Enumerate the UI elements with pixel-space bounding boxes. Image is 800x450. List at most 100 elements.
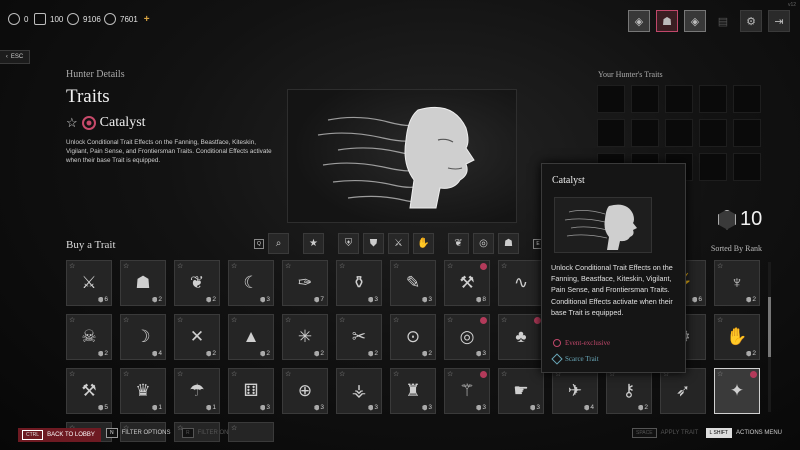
favorite-star-icon[interactable]: ☆ <box>339 370 345 378</box>
trait-card[interactable]: ☆ ✎ 3 <box>390 260 436 306</box>
trait-slot[interactable] <box>597 119 625 147</box>
trait-card[interactable]: ☆ ⚚ 3 <box>444 368 490 414</box>
favorite-star-icon[interactable]: ☆ <box>285 316 291 324</box>
trait-card[interactable]: ☆ ♆ 2 <box>714 260 760 306</box>
trait-slot[interactable] <box>631 119 659 147</box>
bust-filter-icon[interactable]: ☗ <box>498 233 519 254</box>
favorite-star-icon[interactable]: ☆ <box>447 262 453 270</box>
favorite-star-icon[interactable]: ☆ <box>717 316 723 324</box>
apply-trait-button[interactable]: SPACE APPLY TRAIT <box>632 428 698 438</box>
trait-slot[interactable] <box>733 153 761 181</box>
favorite-star-icon[interactable]: ☆ <box>393 262 399 270</box>
trait-card[interactable]: ☆ ∿ <box>498 260 544 306</box>
trait-slot[interactable] <box>597 85 625 113</box>
trait-card[interactable]: ☆ ⚅ 3 <box>228 368 274 414</box>
favorite-star-icon[interactable]: ☆ <box>717 370 723 378</box>
trait-card[interactable]: ☆ ⚷ 2 <box>606 368 652 414</box>
trait-card[interactable]: ☆ ♛ 1 <box>120 368 166 414</box>
trait-card[interactable]: ☆ ☠ 2 <box>66 314 112 360</box>
fox-filter-icon[interactable]: ❦ <box>448 233 469 254</box>
trait-card[interactable]: ☆ ☾ 3 <box>228 260 274 306</box>
favorite-star-icon[interactable]: ☆ <box>66 115 78 131</box>
favorite-star-icon[interactable]: ☆ <box>393 370 399 378</box>
trait-card[interactable]: ☆ ❦ 2 <box>174 260 220 306</box>
favorite-star-icon[interactable]: ☆ <box>123 316 129 324</box>
favorite-star-icon[interactable]: ☆ <box>231 370 237 378</box>
star-filter-icon[interactable]: ★ <box>303 233 324 254</box>
favorite-star-icon[interactable]: ☆ <box>501 262 507 270</box>
trait-card[interactable]: ☆ ♣ <box>498 314 544 360</box>
trait-card[interactable]: ☆ ◎ 3 <box>444 314 490 360</box>
favorite-star-icon[interactable]: ☆ <box>501 316 507 324</box>
favorite-star-icon[interactable]: ☆ <box>447 370 453 378</box>
favorite-star-icon[interactable]: ☆ <box>339 262 345 270</box>
chat-icon[interactable]: ▤ <box>712 10 734 32</box>
favorite-star-icon[interactable]: ☆ <box>177 316 183 324</box>
hunter-portrait-icon[interactable]: ☗ <box>656 10 678 32</box>
trait-card[interactable]: ☆ ➶ <box>660 368 706 414</box>
favorite-star-icon[interactable]: ☆ <box>177 262 183 270</box>
party-slot-1-icon[interactable]: ◈ <box>628 10 650 32</box>
trait-scrollbar-thumb[interactable] <box>768 297 771 357</box>
trait-card[interactable]: ☆ ✋ 2 <box>714 314 760 360</box>
trait-card[interactable]: ☆ ☛ 3 <box>498 368 544 414</box>
actions-menu-button[interactable]: L SHIFT ACTIONS MENU <box>705 428 782 438</box>
favorite-star-icon[interactable]: ☆ <box>123 262 129 270</box>
trait-card[interactable]: ☆ ☽ 4 <box>120 314 166 360</box>
trait-card[interactable]: ☆ ⚱ 3 <box>336 260 382 306</box>
favorite-star-icon[interactable]: ☆ <box>339 316 345 324</box>
trait-slot[interactable] <box>665 85 693 113</box>
esc-back-button[interactable]: ‹ ESC <box>0 50 30 64</box>
trait-slot[interactable] <box>699 85 727 113</box>
favorite-star-icon[interactable]: ☆ <box>231 316 237 324</box>
favorite-star-icon[interactable]: ☆ <box>69 262 75 270</box>
target-filter-icon[interactable]: ◎ <box>473 233 494 254</box>
trait-card[interactable]: ☆ ☗ 2 <box>120 260 166 306</box>
party-slot-2-icon[interactable]: ◈ <box>684 10 706 32</box>
trait-card[interactable]: ☆ ☂ 1 <box>174 368 220 414</box>
trait-card[interactable]: ☆ ⚒ 5 <box>66 368 112 414</box>
trait-card[interactable]: ☆ ⊙ 2 <box>390 314 436 360</box>
favorite-star-icon[interactable]: ☆ <box>717 262 723 270</box>
favorite-star-icon[interactable]: ☆ <box>69 316 75 324</box>
hand-filter-icon[interactable]: ✋ <box>413 233 434 254</box>
add-currency-button[interactable]: + <box>144 14 150 25</box>
trait-card[interactable]: ☆ ⚶ 3 <box>336 368 382 414</box>
favorite-star-icon[interactable]: ☆ <box>501 370 507 378</box>
trait-card[interactable]: ☆ ⚒ 8 <box>444 260 490 306</box>
trait-card[interactable]: ☆ ✳ 2 <box>282 314 328 360</box>
trait-slot[interactable] <box>733 85 761 113</box>
exit-icon[interactable]: ⇥ <box>768 10 790 32</box>
filter-options-button[interactable]: N FILTER OPTIONS <box>106 428 171 438</box>
trait-card[interactable]: ☆ ✦ <box>714 368 760 414</box>
gear-icon[interactable]: ⚙ <box>740 10 762 32</box>
armor-filter-icon[interactable]: ⛊ <box>363 233 384 254</box>
trait-slot[interactable] <box>665 119 693 147</box>
crossed-swords-filter-icon[interactable]: ⚔ <box>388 233 409 254</box>
trait-slot[interactable] <box>699 119 727 147</box>
trait-card[interactable]: ☆ ✕ 2 <box>174 314 220 360</box>
trait-slot[interactable] <box>699 153 727 181</box>
search-icon[interactable]: ⌕ <box>268 233 289 254</box>
favorite-star-icon[interactable]: ☆ <box>285 370 291 378</box>
filter-on-button[interactable]: R FILTER ON <box>182 428 229 438</box>
favorite-star-icon[interactable]: ☆ <box>231 262 237 270</box>
trait-card[interactable]: ☆ ▲ 2 <box>228 314 274 360</box>
trait-slot[interactable] <box>631 85 659 113</box>
favorite-star-icon[interactable]: ☆ <box>177 370 183 378</box>
trait-card[interactable]: ☆ ✂ 2 <box>336 314 382 360</box>
favorite-star-icon[interactable]: ☆ <box>69 370 75 378</box>
shield-filter-icon[interactable]: ⛨ <box>338 233 359 254</box>
sort-label[interactable]: Sorted By Rank <box>711 244 762 253</box>
favorite-star-icon[interactable]: ☆ <box>447 316 453 324</box>
favorite-star-icon[interactable]: ☆ <box>123 370 129 378</box>
trait-card[interactable]: ☆ ✈ 4 <box>552 368 598 414</box>
trait-slot[interactable] <box>733 119 761 147</box>
trait-card[interactable]: ☆ ♜ 3 <box>390 368 436 414</box>
back-to-lobby-button[interactable]: CTRL BACK TO LOBBY <box>18 428 101 442</box>
favorite-star-icon[interactable]: ☆ <box>285 262 291 270</box>
trait-card[interactable]: ☆ ⊕ 3 <box>282 368 328 414</box>
trait-card[interactable]: ☆ ⚔ 6 <box>66 260 112 306</box>
trait-card[interactable]: ☆ ✑ 7 <box>282 260 328 306</box>
favorite-star-icon[interactable]: ☆ <box>393 316 399 324</box>
